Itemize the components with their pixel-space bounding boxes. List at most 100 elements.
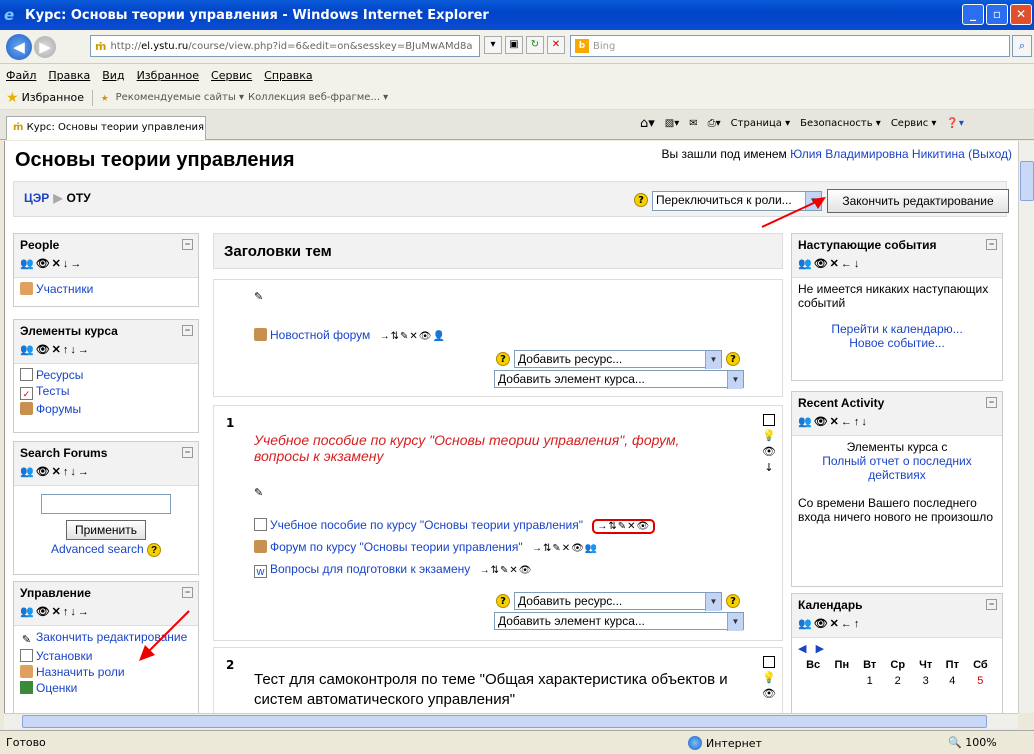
add-activity-select[interactable]: Добавить элемент курса... ▼ xyxy=(494,612,744,631)
assign-roles-link[interactable]: Назначить роли xyxy=(36,665,125,679)
menu-edit[interactable]: Правка xyxy=(48,69,90,82)
section-select-icon[interactable] xyxy=(763,414,776,426)
collapse-icon[interactable]: − xyxy=(986,599,997,610)
cmd-page[interactable]: Страница ▾ xyxy=(731,118,790,129)
advanced-search-link[interactable]: Advanced search xyxy=(51,542,144,556)
maximize-button[interactable]: ▫ xyxy=(986,4,1008,25)
grades-link[interactable]: Оценки xyxy=(36,681,77,695)
back-button[interactable]: ◀ xyxy=(6,33,32,60)
forum-search-input[interactable] xyxy=(41,494,171,514)
help-icon[interactable]: ❓▾ xyxy=(946,118,963,129)
add-activity-select[interactable]: Добавить элемент курса... ▼ xyxy=(494,370,744,389)
resources-link[interactable]: Ресурсы xyxy=(36,368,83,382)
vertical-scrollbar[interactable] xyxy=(1018,141,1034,713)
collapse-icon[interactable]: − xyxy=(986,239,997,250)
help-icon[interactable]: ? xyxy=(496,352,510,366)
menu-tools[interactable]: Сервис xyxy=(211,69,252,82)
menu-file[interactable]: Файл xyxy=(6,69,36,82)
add-resource-select[interactable]: Добавить ресурс... ▼ xyxy=(514,592,722,611)
prev-month-icon[interactable]: ◀ xyxy=(798,643,806,655)
role-help-icon[interactable]: ? xyxy=(634,193,648,207)
news-forum-link[interactable]: Новостной форум xyxy=(270,328,370,342)
menu-favorites[interactable]: Избранное xyxy=(137,69,199,82)
help-icon[interactable]: ? xyxy=(496,594,510,608)
favorites-button[interactable]: Избранное xyxy=(22,91,84,104)
zoom-level[interactable]: 🔍 100% xyxy=(948,736,997,749)
calendar-day[interactable]: 2 xyxy=(884,675,911,687)
textbook-link[interactable]: Учебное пособие по курсу "Основы теории … xyxy=(270,518,583,532)
role-switch-select[interactable]: Переключиться к роли... ▼ xyxy=(652,191,822,211)
user-link[interactable]: Юлия Владимировна Никитина xyxy=(790,147,965,161)
search-input[interactable]: b Bing xyxy=(570,35,1010,57)
full-report-link[interactable]: Полный отчет о последних действиях xyxy=(822,454,972,482)
collapse-icon[interactable]: − xyxy=(182,239,193,250)
block-controls-icon[interactable]: 👥👁✕←↓ xyxy=(798,257,996,270)
address-dropdown-icon[interactable]: ▾ xyxy=(484,36,502,54)
add-favorite-icon[interactable]: ⭑ xyxy=(101,90,109,106)
add-resource-select[interactable]: Добавить ресурс... ▼ xyxy=(514,350,722,369)
cmd-safety[interactable]: Безопасность ▾ xyxy=(800,118,881,129)
activity-tools-icon[interactable]: →⇅✎✕👁 xyxy=(480,565,533,576)
favorite-web-slices[interactable]: Коллекция веб-фрагме... ▾ xyxy=(248,92,388,103)
stop-icon[interactable]: ✕ xyxy=(547,36,565,54)
new-event-link[interactable]: Новое событие... xyxy=(849,336,944,350)
block-controls-icon[interactable]: 👥👁✕↑↓→ xyxy=(20,343,192,356)
activity-tools-icon[interactable]: →⇅✎✕👁 xyxy=(592,519,656,534)
search-icon[interactable]: ⌕ xyxy=(1012,35,1032,57)
edit-summary-icon[interactable]: ✎ xyxy=(254,486,263,499)
section-select-icon[interactable] xyxy=(763,656,776,668)
block-controls-icon[interactable]: 👥👁✕↑↓→ xyxy=(20,465,192,478)
address-input[interactable]: ṁ http://el.ystu.ru/course/view.php?id=6… xyxy=(90,35,480,57)
minimize-button[interactable]: _ xyxy=(962,4,984,25)
calendar-day[interactable]: 3 xyxy=(913,675,938,687)
home-icon[interactable]: ⌂▾ xyxy=(640,116,655,131)
finish-editing-button[interactable]: Закончить редактирование xyxy=(827,189,1009,213)
collapse-icon[interactable]: − xyxy=(182,325,193,336)
forward-button[interactable]: ▶ xyxy=(34,35,56,58)
refresh-icon[interactable]: ↻ xyxy=(526,36,544,54)
visibility-icon[interactable]: 👁 xyxy=(762,687,776,700)
feeds-icon[interactable]: ▧▾ xyxy=(665,118,679,129)
help-icon[interactable]: ? xyxy=(726,594,740,608)
settings-link[interactable]: Установки xyxy=(36,649,92,663)
tab-course[interactable]: ṁ Курс: Основы теории управления xyxy=(6,116,206,140)
visibility-icon[interactable]: 👁 xyxy=(762,445,776,458)
course-forum-link[interactable]: Форум по курсу "Основы теории управления… xyxy=(270,540,523,554)
collapse-icon[interactable]: − xyxy=(182,447,193,458)
help-icon[interactable]: ? xyxy=(726,352,740,366)
block-controls-icon[interactable]: 👥👁✕←↑↓ xyxy=(798,415,996,428)
print-icon[interactable]: ⎙▾ xyxy=(708,118,721,129)
block-controls-icon[interactable]: 👥👁✕←↑ xyxy=(798,617,996,630)
highlight-icon[interactable]: 💡 xyxy=(762,671,776,684)
collapse-icon[interactable]: − xyxy=(986,397,997,408)
menu-help[interactable]: Справка xyxy=(264,69,312,82)
quizzes-link[interactable]: Тесты xyxy=(36,384,69,398)
activity-tools-icon[interactable]: →⇅✎✕👁👥 xyxy=(532,543,598,554)
exam-questions-link[interactable]: Вопросы для подготовки к экзамену xyxy=(270,562,470,576)
calendar-day[interactable]: 5 xyxy=(967,675,994,687)
menu-view[interactable]: Вид xyxy=(102,69,124,82)
highlight-icon[interactable]: 💡 xyxy=(762,429,776,442)
favorite-suggested-sites[interactable]: Рекомендуемые сайты ▾ xyxy=(116,92,244,103)
help-icon[interactable]: ? xyxy=(147,543,162,557)
logout-link[interactable]: (Выход) xyxy=(968,147,1012,161)
edit-summary-icon[interactable]: ✎ xyxy=(254,290,263,303)
breadcrumb-root[interactable]: ЦЭР xyxy=(24,191,49,205)
close-button[interactable]: ✕ xyxy=(1010,4,1032,25)
apply-search-button[interactable]: Применить xyxy=(65,520,146,540)
calendar-day[interactable]: 4 xyxy=(940,675,965,687)
forums-link[interactable]: Форумы xyxy=(36,402,81,416)
block-controls-icon[interactable]: 👥👁✕↑↓→ xyxy=(20,605,192,618)
calendar-day[interactable]: 1 xyxy=(857,675,882,687)
block-controls-icon[interactable]: 👥👁✕↓→ xyxy=(20,257,192,270)
horizontal-scrollbar[interactable] xyxy=(4,713,1018,729)
mail-icon[interactable]: ✉ xyxy=(689,118,697,129)
list-item[interactable]: Участники xyxy=(20,282,192,296)
collapse-icon[interactable]: − xyxy=(182,587,193,598)
activity-tools-icon[interactable]: →⇅✎✕👁👤 xyxy=(380,331,446,342)
next-month-icon[interactable]: ▶ xyxy=(816,643,824,655)
cmd-tools[interactable]: Сервис ▾ xyxy=(891,118,937,129)
move-down-icon[interactable]: ↓ xyxy=(764,461,773,474)
participants-link[interactable]: Участники xyxy=(36,282,93,296)
go-to-calendar-link[interactable]: Перейти к календарю... xyxy=(831,322,962,336)
